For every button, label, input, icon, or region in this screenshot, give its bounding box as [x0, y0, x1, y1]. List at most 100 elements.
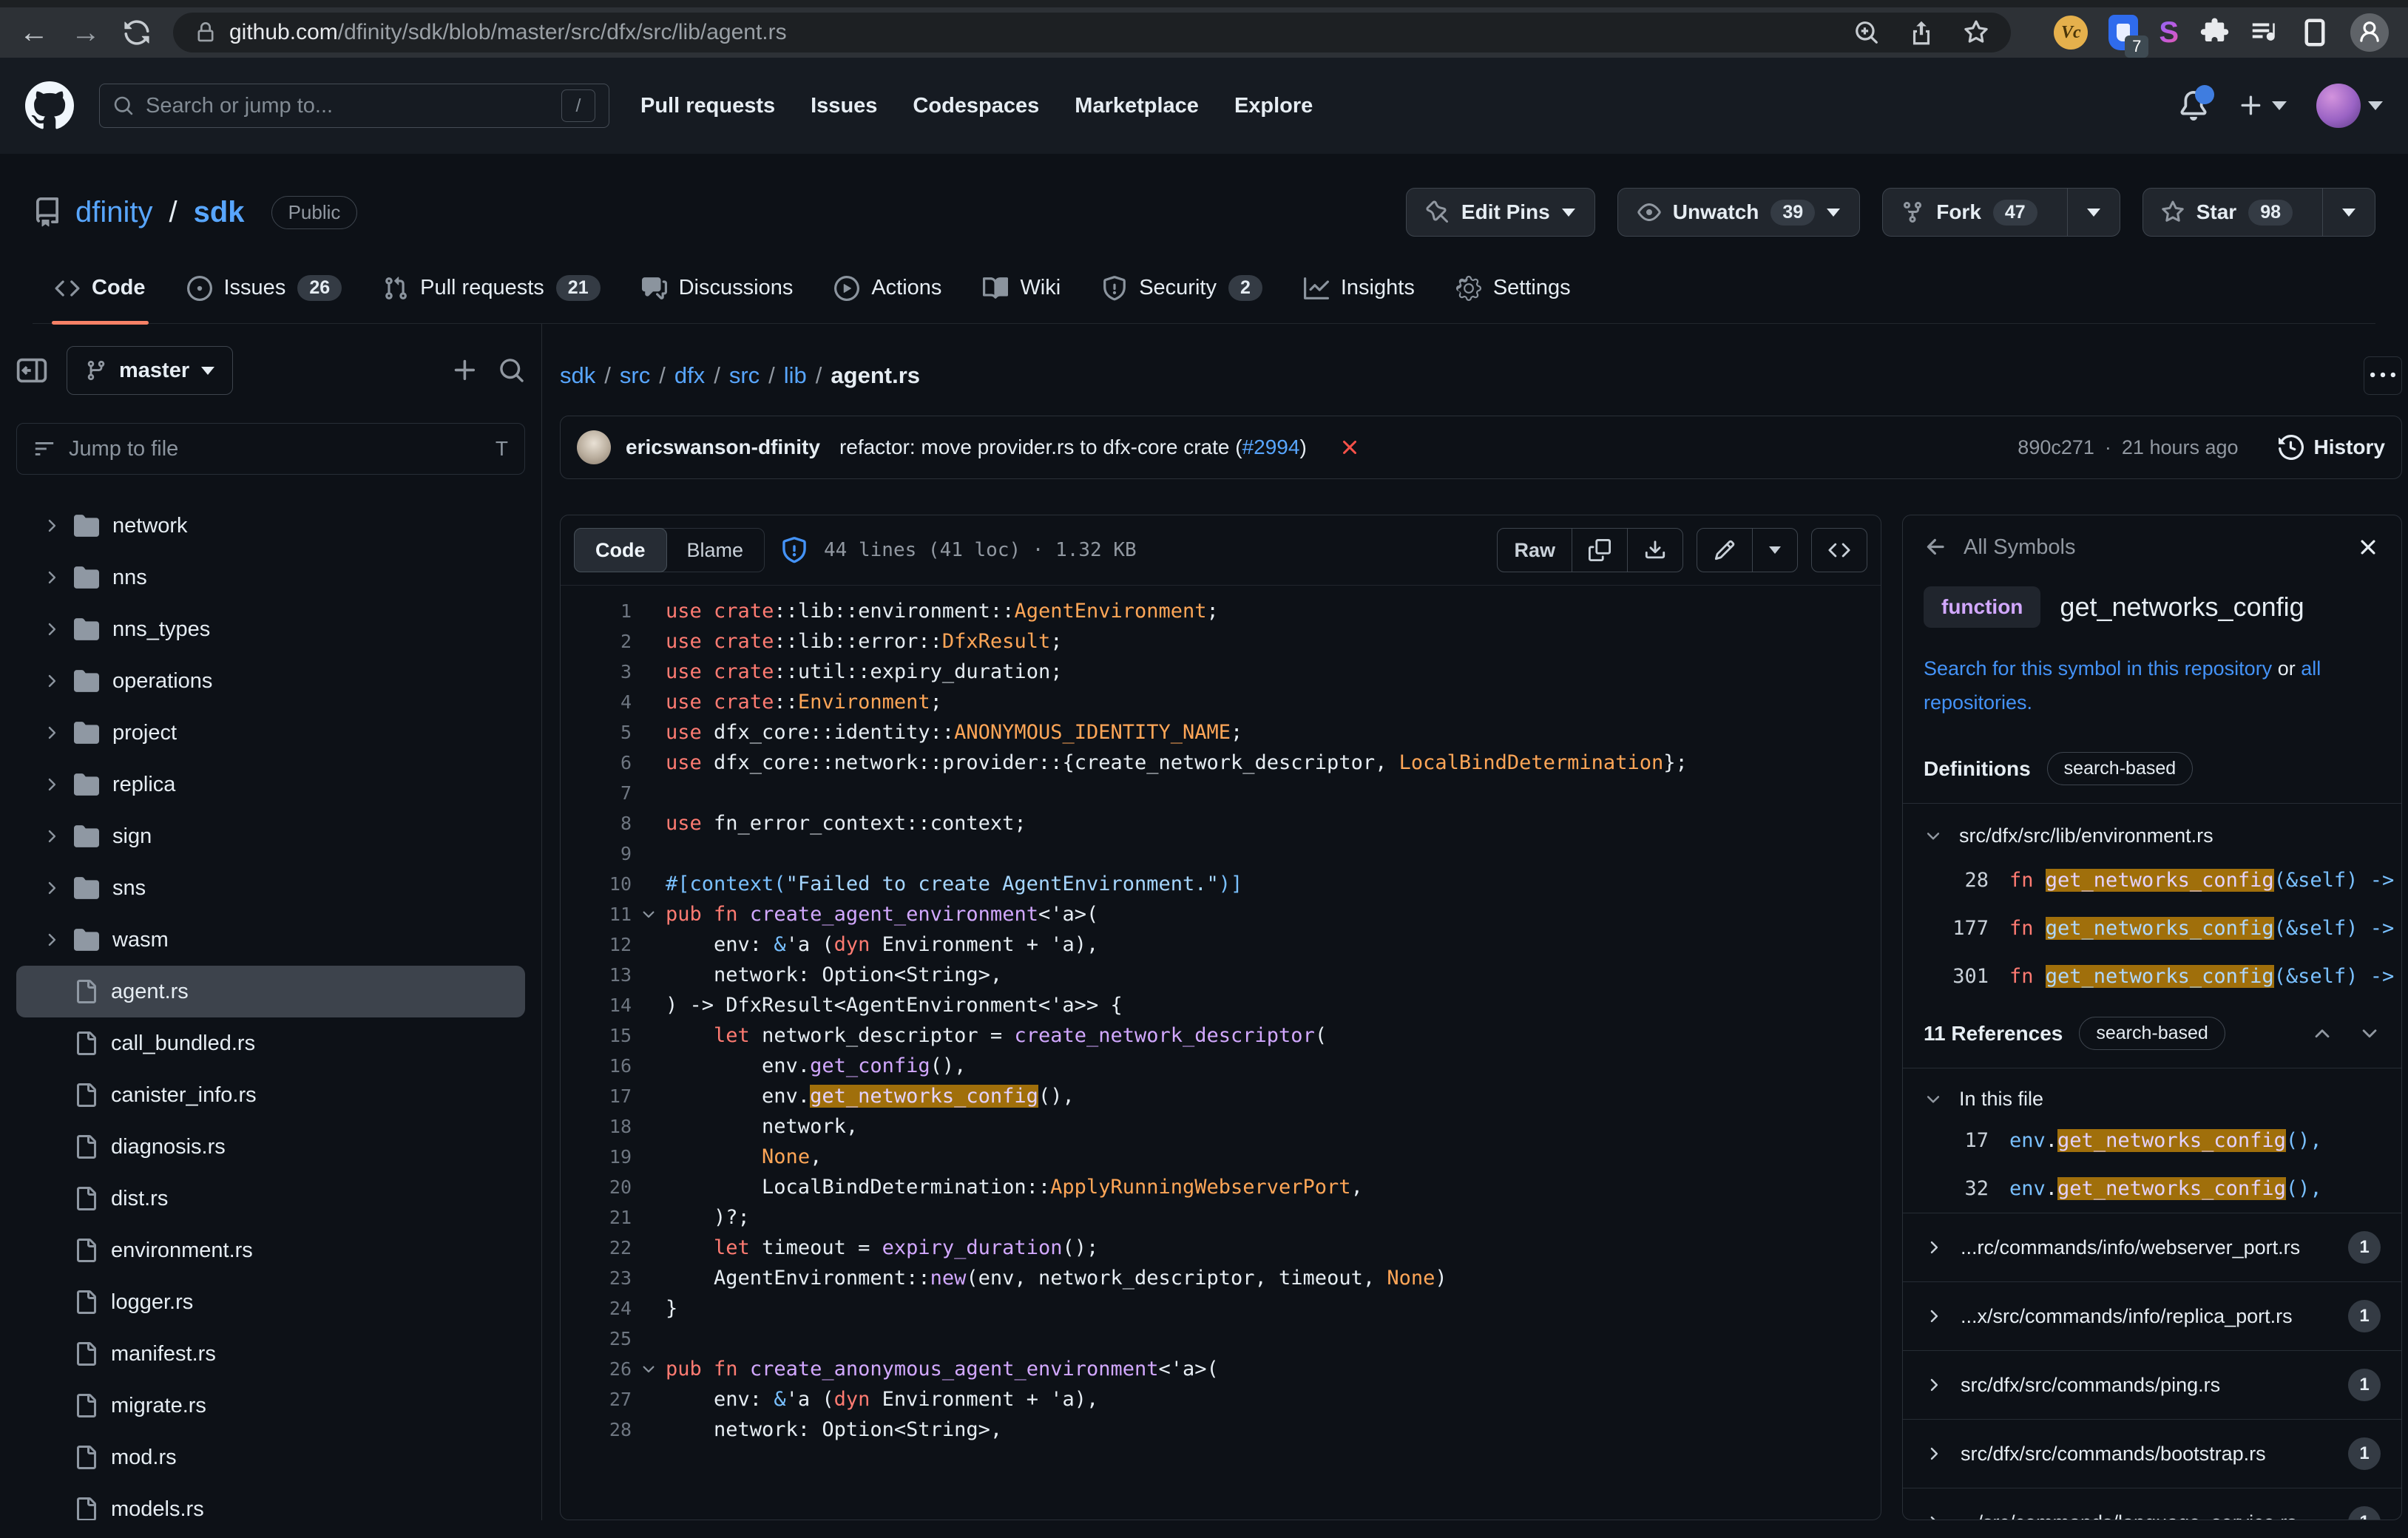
breadcrumb-link-dfx[interactable]: dfx [674, 362, 705, 388]
code-line-7[interactable]: 7 [561, 778, 1881, 808]
code-line-22[interactable]: 22 let timeout = expiry_duration(); [561, 1233, 1881, 1263]
playlist-icon[interactable] [2250, 18, 2279, 47]
tab-wiki[interactable]: Wiki [968, 268, 1075, 323]
edit-button[interactable] [1697, 529, 1752, 572]
definition-file-row[interactable]: src/dfx/src/lib/environment.rs [1903, 804, 2401, 856]
commit-sha[interactable]: 890c271 [2018, 436, 2094, 459]
line-number[interactable]: 21 [561, 1207, 632, 1228]
next-reference-icon[interactable] [2358, 1023, 2381, 1045]
code-line-15[interactable]: 15 let network_descriptor = create_netwo… [561, 1020, 1881, 1051]
code-listing[interactable]: 1use crate::lib::environment::AgentEnvir… [561, 586, 1881, 1445]
global-search-input[interactable]: Search or jump to... / [99, 84, 609, 128]
star-dropdown-button[interactable] [2322, 189, 2375, 236]
tree-item-network[interactable]: network [16, 500, 525, 552]
code-line-26[interactable]: 26pub fn create_anonymous_agent_environm… [561, 1354, 1881, 1384]
tree-item-sign[interactable]: sign [16, 810, 525, 862]
add-file-icon[interactable] [451, 356, 479, 384]
definition-row-line-177[interactable]: 177fn get_networks_config(&self) -> Arc [1903, 904, 2401, 952]
commit-message[interactable]: refactor: move provider.rs to dfx-core c… [839, 436, 1307, 459]
commit-author[interactable]: ericswanson-dfinity [626, 436, 820, 459]
tree-item-operations[interactable]: operations [16, 655, 525, 707]
header-nav-codespaces[interactable]: Codespaces [913, 94, 1039, 118]
code-line-2[interactable]: 2use crate::lib::error::DfxResult; [561, 626, 1881, 657]
code-line-17[interactable]: 17 env.get_networks_config(), [561, 1081, 1881, 1111]
reference-file-row[interactable]: src/dfx/src/commands/bootstrap.rs1 [1903, 1419, 2401, 1488]
code-line-14[interactable]: 14) -> DfxResult<AgentEnvironment<'a>> { [561, 990, 1881, 1020]
tab-blame[interactable]: Blame [666, 529, 765, 572]
code-line-8[interactable]: 8use fn_error_context::context; [561, 808, 1881, 839]
line-number[interactable]: 2 [561, 631, 632, 652]
line-number[interactable]: 24 [561, 1298, 632, 1319]
edit-pins-button[interactable]: Edit Pins [1406, 188, 1595, 237]
line-number[interactable]: 13 [561, 964, 632, 986]
code-line-11[interactable]: 11pub fn create_agent_environment<'a>( [561, 899, 1881, 929]
line-number[interactable]: 20 [561, 1176, 632, 1198]
tree-item-diagnosis.rs[interactable]: diagnosis.rs [16, 1121, 525, 1173]
tree-item-project[interactable]: project [16, 707, 525, 759]
line-number[interactable]: 17 [561, 1085, 632, 1107]
breadcrumb-link-lib[interactable]: lib [784, 362, 807, 388]
line-number[interactable]: 4 [561, 691, 632, 713]
tab-insights[interactable]: Insights [1289, 268, 1430, 323]
tree-item-logger.rs[interactable]: logger.rs [16, 1276, 525, 1328]
line-number[interactable]: 25 [561, 1328, 632, 1349]
tree-item-nns_types[interactable]: nns_types [16, 603, 525, 655]
line-number[interactable]: 8 [561, 813, 632, 834]
header-nav-issues[interactable]: Issues [811, 94, 877, 118]
extensions-puzzle-icon[interactable] [2199, 18, 2229, 47]
code-line-25[interactable]: 25 [561, 1324, 1881, 1354]
reference-file-row[interactable]: ...x/src/commands/info/replica_port.rs1 [1903, 1281, 2401, 1350]
browser-forward-icon[interactable]: → [71, 18, 101, 47]
tab-code[interactable]: Code [574, 528, 667, 572]
all-symbols-link[interactable]: All Symbols [1964, 535, 2076, 560]
line-number[interactable]: 28 [561, 1419, 632, 1440]
copy-button[interactable] [1572, 529, 1627, 572]
more-options-button[interactable] [2364, 356, 2402, 395]
fork-dropdown-button[interactable] [2067, 189, 2120, 236]
symbol-search-link[interactable]: Search for this symbol in this repositor… [1924, 657, 2272, 680]
breadcrumb-link-sdk[interactable]: sdk [560, 362, 595, 388]
line-number[interactable]: 11 [561, 904, 632, 925]
line-number[interactable]: 6 [561, 752, 632, 773]
code-line-5[interactable]: 5use dfx_core::identity::ANONYMOUS_IDENT… [561, 717, 1881, 748]
tab-security[interactable]: Security2 [1087, 268, 1277, 323]
notifications-button[interactable] [2179, 91, 2208, 121]
tree-item-mod.rs[interactable]: mod.rs [16, 1432, 525, 1483]
status-failed-icon[interactable] [1338, 436, 1362, 459]
code-line-18[interactable]: 18 network, [561, 1111, 1881, 1142]
reference-row-line-32[interactable]: 32env.get_networks_config(), [1903, 1165, 2401, 1213]
edit-dropdown-button[interactable] [1752, 529, 1797, 572]
browser-reload-icon[interactable] [123, 18, 151, 47]
code-line-21[interactable]: 21 )?; [561, 1202, 1881, 1233]
symbols-button[interactable] [1812, 529, 1867, 572]
sidebar-toggle-icon[interactable] [2300, 18, 2330, 47]
download-button[interactable] [1627, 529, 1682, 572]
code-line-9[interactable]: 9 [561, 839, 1881, 869]
tab-pull-requests[interactable]: Pull requests21 [368, 268, 615, 323]
extension-s-icon[interactable]: S [2159, 16, 2179, 50]
extension-vc-icon[interactable]: Vc [2054, 16, 2088, 50]
star-button[interactable]: Star 98 [2143, 189, 2310, 236]
line-number[interactable]: 1 [561, 600, 632, 622]
line-number[interactable]: 18 [561, 1116, 632, 1137]
bookmark-star-icon[interactable] [1964, 20, 1989, 45]
tree-item-sns[interactable]: sns [16, 862, 525, 914]
raw-button[interactable]: Raw [1498, 529, 1572, 572]
line-number[interactable]: 27 [561, 1389, 632, 1410]
code-line-20[interactable]: 20 LocalBindDetermination::ApplyRunningW… [561, 1172, 1881, 1202]
tree-item-canister_info.rs[interactable]: canister_info.rs [16, 1069, 525, 1121]
extension-shield-icon[interactable]: 7 [2108, 15, 2138, 50]
line-number[interactable]: 22 [561, 1237, 632, 1258]
code-line-27[interactable]: 27 env: &'a (dyn Environment + 'a), [561, 1384, 1881, 1415]
pr-link[interactable]: #2994 [1242, 436, 1300, 458]
line-number[interactable]: 19 [561, 1146, 632, 1168]
code-line-10[interactable]: 10#[context("Failed to create AgentEnvir… [561, 869, 1881, 899]
line-number[interactable]: 23 [561, 1267, 632, 1289]
line-number[interactable]: 16 [561, 1055, 632, 1077]
repo-name-link[interactable]: sdk [194, 196, 245, 229]
tab-settings[interactable]: Settings [1441, 268, 1586, 323]
reference-file-row[interactable]: .../src/commands/language_service.rs1 [1903, 1488, 2401, 1520]
code-line-16[interactable]: 16 env.get_config(), [561, 1051, 1881, 1081]
header-nav-pull-requests[interactable]: Pull requests [640, 94, 775, 118]
browser-profile-avatar[interactable] [2350, 13, 2389, 52]
